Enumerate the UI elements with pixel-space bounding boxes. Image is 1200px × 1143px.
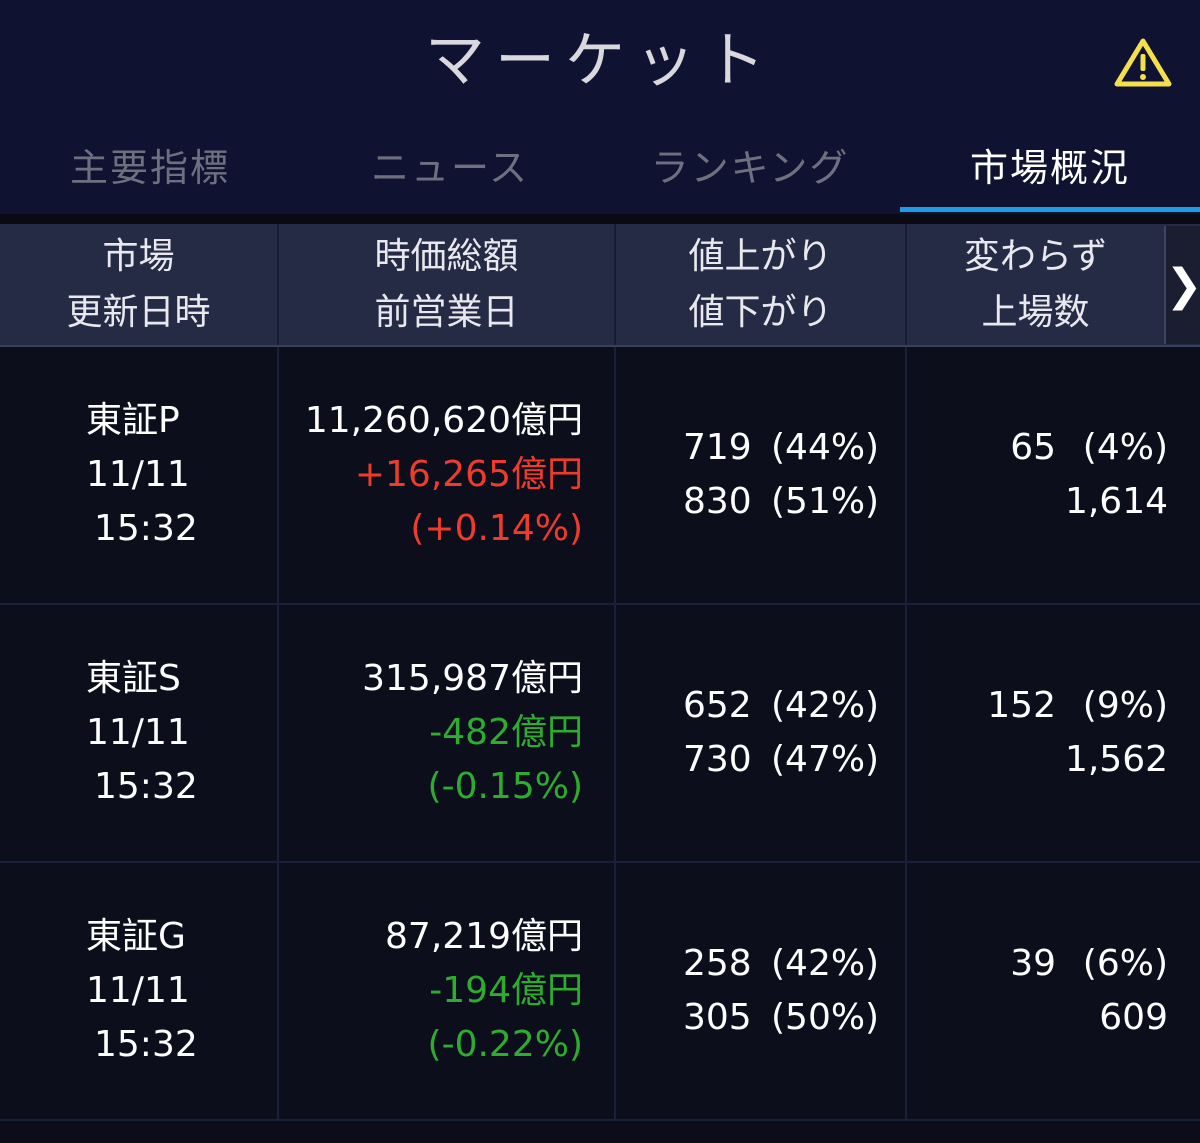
column-divider: [614, 605, 616, 861]
unchanged-count: 39: [1010, 943, 1056, 984]
decliners-count: 305: [683, 997, 752, 1038]
tab-market-overview[interactable]: 市場概況: [900, 130, 1200, 214]
update-time: 15:32: [94, 1024, 198, 1065]
market-cap-change: -482億円: [429, 712, 583, 753]
column-divider: [614, 347, 616, 603]
unchanged-count: 65: [1010, 427, 1056, 468]
update-date: 11/11: [86, 970, 190, 1011]
listed: 1,614: [1065, 475, 1168, 529]
chevron-right-icon: ❯: [1165, 259, 1200, 311]
column-header-advance-decline: 値上がり 値下がり: [616, 224, 905, 345]
market-cap-cell: 87,219億円 -194億円 (-0.22%): [279, 863, 583, 1119]
market-cap-value: 87,219億円: [385, 916, 583, 957]
market-cap-change-pct: (-0.22%): [427, 1024, 583, 1065]
table-row[interactable]: 東証P 11/11 15:32 11,260,620億円 +16,265億円 (…: [0, 347, 1200, 605]
advancers: 258 (42%): [683, 937, 905, 991]
advance-decline-cell: 719 (44%) 830 (51%): [683, 347, 905, 603]
decliners-pct: (50%): [771, 997, 880, 1038]
unchanged-pct: (4%): [1082, 427, 1168, 468]
unchanged-pct: (6%): [1082, 943, 1168, 984]
unchanged: 39 (6%): [1010, 937, 1168, 991]
advancers-pct: (42%): [771, 943, 880, 984]
decliners-pct: (47%): [771, 739, 880, 780]
column-header-line: 前営業日: [374, 291, 519, 333]
column-header-line: 上場数: [981, 291, 1090, 333]
update-time: 15:32: [94, 508, 198, 549]
decliners: 830 (51%): [683, 475, 905, 529]
decliners: 730 (47%): [683, 733, 905, 787]
market-cap-change: -194億円: [429, 970, 583, 1011]
unchanged-listed-cell: 152 (9%) 1,562: [907, 605, 1168, 861]
market-cell: 東証P 11/11 15:32: [86, 347, 276, 603]
unchanged-count: 152: [987, 685, 1056, 726]
tab-bar: 主要指標 ニュース ランキング 市場概況: [0, 130, 1200, 214]
tab-news[interactable]: ニュース: [300, 130, 600, 214]
advancers-count: 652: [683, 685, 752, 726]
market-cap-change-pct: (+0.14%): [410, 508, 583, 549]
market-name: 東証P: [86, 400, 180, 441]
unchanged-listed-cell: 39 (6%) 609: [907, 863, 1168, 1119]
listed-count: 1,614: [1064, 481, 1168, 522]
column-header-line: 変わらず: [963, 235, 1108, 277]
listed: 609: [1099, 991, 1168, 1045]
update-date: 11/11: [86, 712, 190, 753]
market-cap-cell: 11,260,620億円 +16,265億円 (+0.14%): [279, 347, 583, 603]
listed: 1,562: [1065, 733, 1168, 787]
column-header-line: 更新日時: [66, 291, 211, 333]
column-header-market-cap: 時価総額 前営業日: [279, 224, 614, 345]
column-header-unchanged-listed: 変わらず 上場数: [907, 224, 1164, 345]
market-cell: 東証G 11/11 15:32: [86, 863, 276, 1119]
market-cap-change-pct: (-0.15%): [427, 766, 583, 807]
unchanged-pct: (9%): [1082, 685, 1168, 726]
market-cap-value: 315,987億円: [362, 658, 583, 699]
market-screen: マーケット 主要指標 ニュース ランキング 市場概況 市場 更新日時 時価総額 …: [0, 0, 1200, 1143]
table-row[interactable]: 東証S 11/11 15:32 315,987億円 -482億円 (-0.15%…: [0, 605, 1200, 863]
header: マーケット: [0, 0, 1200, 130]
market-cap-value: 11,260,620億円: [304, 400, 583, 441]
decliners-count: 830: [683, 481, 752, 522]
market-cap-change: +16,265億円: [354, 454, 583, 495]
decliners-count: 730: [683, 739, 752, 780]
unchanged: 152 (9%): [987, 679, 1168, 733]
table-header: 市場 更新日時 時価総額 前営業日 値上がり 値下がり 変わらず 上場数: [0, 224, 1200, 347]
market-cap-cell: 315,987億円 -482億円 (-0.15%): [279, 605, 583, 861]
market-name: 東証S: [86, 658, 181, 699]
tab-ranking[interactable]: ランキング: [600, 130, 900, 214]
update-time: 15:32: [94, 766, 198, 807]
column-divider: [614, 863, 616, 1119]
column-header-line: 市場: [102, 235, 175, 277]
unchanged: 65 (4%): [1010, 421, 1168, 475]
decliners: 305 (50%): [683, 991, 905, 1045]
table-row[interactable]: 東証G 11/11 15:32 87,219億円 -194億円 (-0.22%)…: [0, 863, 1200, 1121]
advancers-count: 719: [683, 427, 752, 468]
column-header-line: 値上がり: [688, 235, 833, 277]
listed-count: 609: [1099, 997, 1168, 1038]
page-title: マーケット: [425, 26, 775, 96]
decliners-pct: (51%): [771, 481, 880, 522]
unchanged-listed-cell: 65 (4%) 1,614: [907, 347, 1168, 603]
tab-main-indicators[interactable]: 主要指標: [0, 130, 300, 214]
market-name: 東証G: [86, 916, 186, 957]
advancers: 652 (42%): [683, 679, 905, 733]
update-date: 11/11: [86, 454, 190, 495]
listed-count: 1,562: [1064, 739, 1168, 780]
next-columns-button[interactable]: ❯: [1164, 226, 1200, 344]
column-header-line: 時価総額: [374, 235, 519, 277]
divider: [0, 214, 1200, 224]
advancers-pct: (42%): [771, 685, 880, 726]
market-cell: 東証S 11/11 15:32: [86, 605, 276, 861]
advance-decline-cell: 258 (42%) 305 (50%): [683, 863, 905, 1119]
column-header-market: 市場 更新日時: [0, 224, 277, 345]
advance-decline-cell: 652 (42%) 730 (47%): [683, 605, 905, 861]
advancers-pct: (44%): [771, 427, 880, 468]
advancers: 719 (44%): [683, 421, 905, 475]
advancers-count: 258: [683, 943, 752, 984]
column-header-line: 値下がり: [688, 291, 833, 333]
warning-triangle-icon[interactable]: [1114, 38, 1172, 88]
